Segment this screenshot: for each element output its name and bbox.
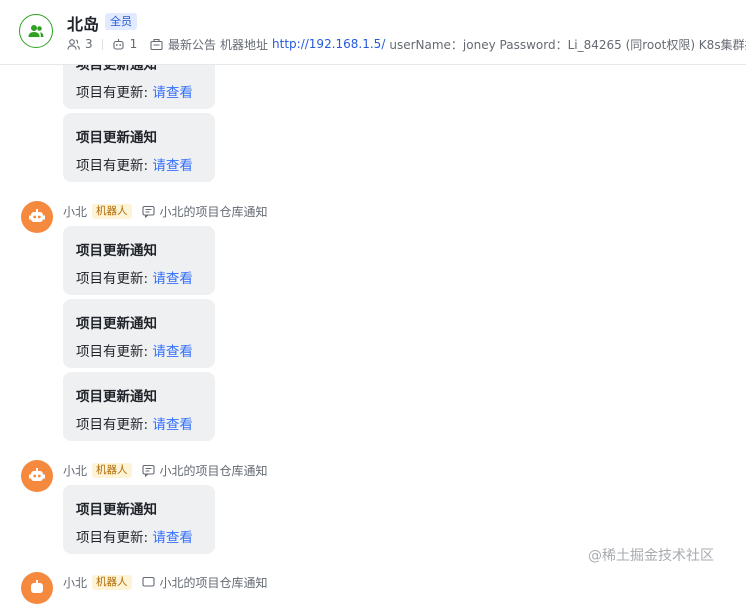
message-source[interactable]: 小北的项目仓库通知 bbox=[160, 462, 268, 479]
card-desc: 项目有更新: 请查看 bbox=[76, 158, 193, 174]
announcement-prefix: 机器地址 bbox=[220, 37, 269, 52]
announcement-bar[interactable]: 最新公告 机器地址 http://192.168.1.5/ userName：j… bbox=[150, 36, 746, 52]
announcement-label: 最新公告 bbox=[168, 37, 217, 52]
announcement-link[interactable]: http://192.168.1.5/ bbox=[272, 37, 385, 51]
all-members-badge: 全员 bbox=[105, 13, 137, 30]
group-icon bbox=[28, 25, 44, 37]
sender-name[interactable]: 小北 bbox=[63, 574, 87, 591]
people-icon bbox=[67, 38, 80, 51]
group-meta: 3 1 bbox=[67, 36, 137, 52]
sender-name[interactable]: 小北 bbox=[63, 203, 87, 220]
message-card[interactable]: 项目更新通知 项目有更新: 请查看 bbox=[63, 485, 215, 554]
watermark: @稀土掘金技术社区 bbox=[588, 548, 714, 564]
robot-icon bbox=[112, 38, 125, 51]
message-source[interactable]: 小北的项目仓库通知 bbox=[160, 203, 268, 220]
sender-row: 小北 机器人 小北的项目仓库通知 bbox=[63, 462, 268, 478]
sender-row: 小北 机器人 小北的项目仓库通知 bbox=[63, 574, 268, 590]
card-title: 项目更新通知 bbox=[76, 316, 157, 332]
card-title: 项目更新通知 bbox=[76, 502, 157, 518]
bot-avatar[interactable] bbox=[21, 201, 53, 233]
view-link[interactable]: 请查看 bbox=[152, 271, 193, 287]
card-desc: 项目有更新: 请查看 bbox=[76, 271, 193, 287]
announcement-text: userName：joney Password：Li_84265 (同root权… bbox=[389, 37, 746, 52]
group-avatar[interactable] bbox=[19, 14, 53, 48]
view-link[interactable]: 请查看 bbox=[152, 85, 193, 101]
card-desc: 项目有更新: 请查看 bbox=[76, 85, 193, 101]
chat-header: 北岛 全员 3 1 最新公告 机器地址 http://192.168.1.5/ … bbox=[0, 0, 746, 65]
message-icon bbox=[141, 205, 155, 218]
view-link[interactable]: 请查看 bbox=[152, 158, 193, 174]
message-card[interactable]: 项目更新通知 项目有更新: 请查看 bbox=[63, 372, 215, 441]
view-link[interactable]: 请查看 bbox=[152, 344, 193, 360]
bot-avatar[interactable] bbox=[21, 460, 53, 492]
robot-icon bbox=[29, 209, 45, 222]
message-source[interactable]: 小北的项目仓库通知 bbox=[160, 574, 268, 591]
card-desc: 项目有更新: 请查看 bbox=[76, 530, 193, 546]
bot-badge: 机器人 bbox=[92, 203, 132, 219]
bot-count[interactable]: 1 bbox=[130, 37, 138, 51]
view-link[interactable]: 请查看 bbox=[152, 530, 193, 546]
group-name[interactable]: 北岛 bbox=[67, 11, 99, 35]
bot-avatar[interactable] bbox=[21, 572, 53, 604]
sender-row: 小北 机器人 小北的项目仓库通知 bbox=[63, 203, 268, 219]
member-count[interactable]: 3 bbox=[85, 37, 93, 51]
message-icon bbox=[141, 464, 155, 477]
bot-badge: 机器人 bbox=[92, 462, 132, 478]
sender-name[interactable]: 小北 bbox=[63, 462, 87, 479]
message-card[interactable]: 项目更新通知 项目有更新: 请查看 bbox=[63, 299, 215, 368]
card-desc: 项目有更新: 请查看 bbox=[76, 344, 193, 360]
card-title: 项目更新通知 bbox=[76, 130, 157, 146]
robot-icon bbox=[29, 468, 45, 481]
card-desc: 项目有更新: 请查看 bbox=[76, 417, 193, 433]
message-icon bbox=[141, 576, 155, 589]
view-link[interactable]: 请查看 bbox=[152, 417, 193, 433]
announcement-icon bbox=[150, 38, 163, 51]
card-title: 项目更新通知 bbox=[76, 389, 157, 405]
message-card[interactable]: 项目更新通知 项目有更新: 请查看 bbox=[63, 113, 215, 182]
message-card[interactable]: 项目更新通知 项目有更新: 请查看 bbox=[63, 226, 215, 295]
card-title: 项目更新通知 bbox=[76, 243, 157, 259]
divider bbox=[101, 38, 103, 50]
bot-badge: 机器人 bbox=[92, 574, 132, 590]
